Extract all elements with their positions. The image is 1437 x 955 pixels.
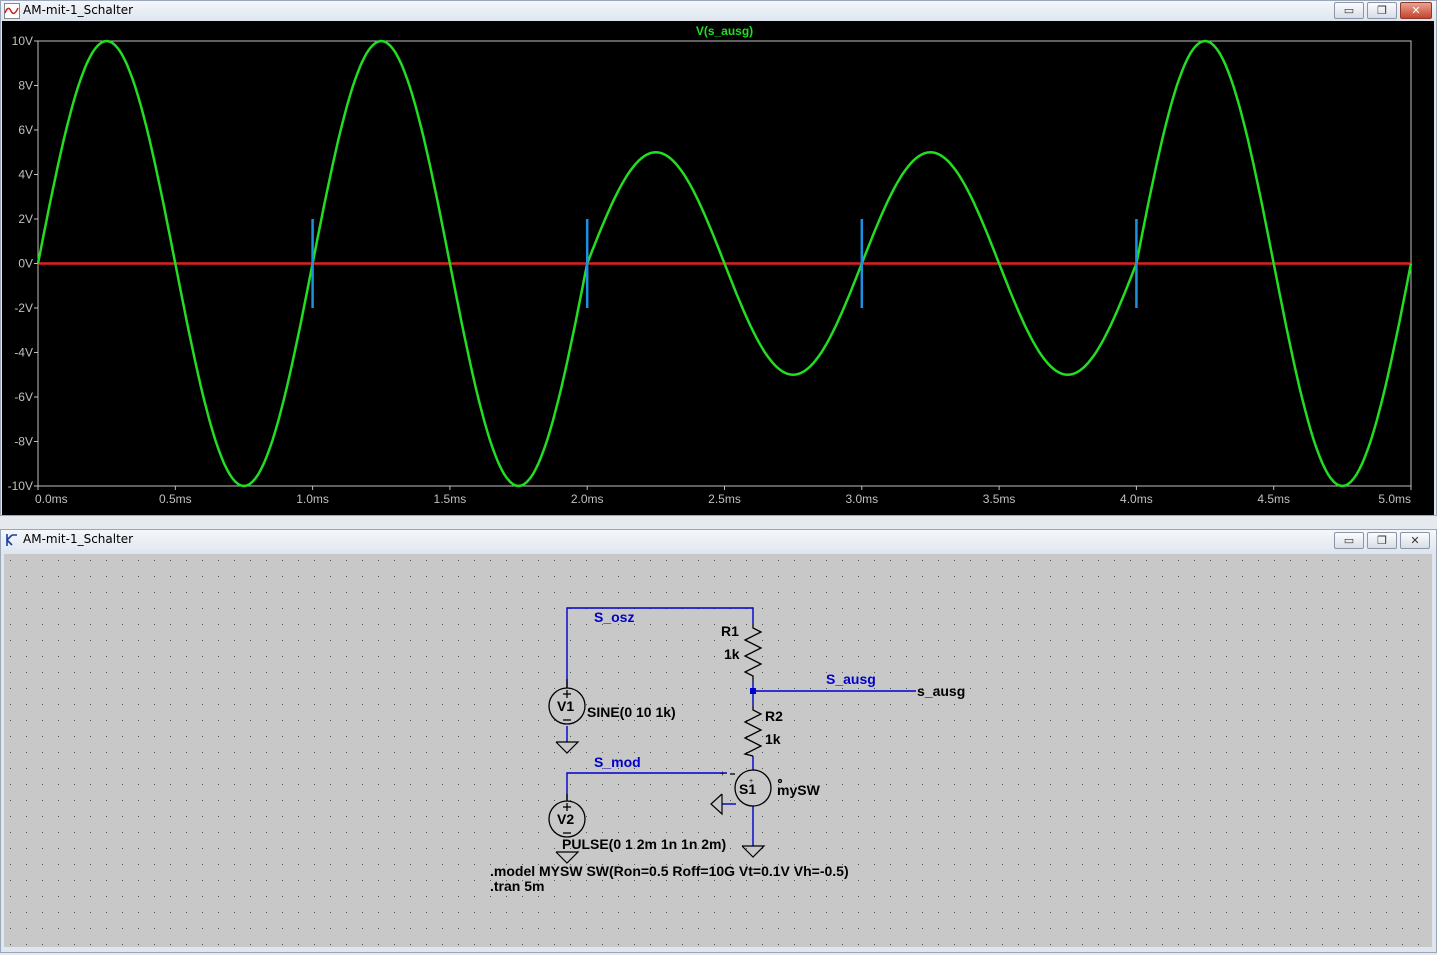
minimize-icon: ▭ — [1343, 4, 1355, 17]
waveform-icon — [4, 3, 20, 19]
schematic-icon — [6, 534, 17, 546]
junction-dot — [750, 688, 756, 694]
y-tick-label: -6V — [14, 390, 33, 404]
schematic-restore-button[interactable]: ❐ — [1367, 532, 1397, 549]
x-tick-label: 3.0ms — [845, 492, 878, 506]
s1-name[interactable]: S1 — [739, 781, 756, 797]
close-icon: ✕ — [1410, 534, 1420, 547]
switch-ctrl-plus: + — [720, 769, 725, 778]
restore-icon: ❐ — [1377, 534, 1387, 547]
s1-model[interactable]: mySW — [777, 782, 821, 798]
close-icon: ✕ — [1411, 4, 1421, 17]
y-tick-label: 0V — [18, 257, 33, 271]
x-tick-label: 4.0ms — [1120, 492, 1153, 506]
schematic-drawing[interactable]: + + S_osz S_ausg S_mod s_ausg R1 1k R2 1… — [4, 554, 1432, 947]
waveform-chart[interactable]: V(s_ausg)10V8V6V4V2V0V-2V-4V-6V-8V-10V0.… — [2, 21, 1434, 515]
net-label-s-mod[interactable]: S_mod — [594, 754, 641, 770]
v2-value[interactable]: PULSE(0 1 2m 1n 1n 2m) — [562, 836, 726, 852]
trace-label[interactable]: V(s_ausg) — [696, 24, 753, 38]
spice-tran-directive[interactable]: .tran 5m — [490, 878, 544, 894]
schematic-window: AM-mit-1_Schalter ▭ ❐ ✕ + + S_osz S_ausg… — [0, 529, 1437, 953]
r1-name[interactable]: R1 — [721, 623, 739, 639]
minimize-button[interactable]: ▭ — [1334, 2, 1364, 19]
spice-model-directive[interactable]: .model MYSW SW(Ron=0.5 Roff=10G Vt=0.1V … — [490, 863, 849, 879]
restore-icon: ❐ — [1377, 4, 1387, 17]
y-tick-label: -4V — [14, 346, 33, 360]
grid-dots — [4, 554, 1432, 947]
r2-value[interactable]: 1k — [765, 731, 781, 747]
plot-window-title: AM-mit-1_Schalter — [23, 3, 134, 17]
schematic-close-button[interactable]: ✕ — [1400, 532, 1430, 549]
x-tick-label: 5.0ms — [1378, 492, 1411, 506]
x-tick-label: 0.0ms — [35, 492, 68, 506]
y-tick-label: 8V — [18, 79, 33, 93]
waveform-plot-area[interactable]: V(s_ausg) 10V 8V 6V 4V 2V 0V -2V -4V -6V -8V -10V 0.… — [2, 21, 1434, 515]
x-tick-label: 1.0ms — [296, 492, 329, 506]
y-tick-label: 4V — [18, 168, 33, 182]
minimize-icon: ▭ — [1343, 534, 1355, 547]
net-label-s-ausg[interactable]: S_ausg — [826, 671, 876, 687]
x-tick-label: 2.5ms — [708, 492, 741, 506]
net-label-s-ausg-port[interactable]: s_ausg — [917, 683, 965, 699]
x-tick-label: 2.0ms — [571, 492, 604, 506]
window-separator — [0, 516, 1437, 529]
plot-titlebar[interactable]: AM-mit-1_Schalter ▭ ❐ ✕ — [1, 1, 1436, 21]
v1-name[interactable]: V1 — [557, 698, 574, 714]
y-tick-label: 6V — [18, 123, 33, 137]
y-tick-label: -2V — [14, 301, 33, 315]
y-tick-label: 10V — [12, 34, 33, 48]
r1-value[interactable]: 1k — [724, 646, 740, 662]
net-label-s-osz[interactable]: S_osz — [594, 609, 634, 625]
plot-window: AM-mit-1_Schalter ▭ ❐ ✕ V(s_ausg) 10V 8V 6V… — [0, 0, 1437, 516]
schematic-titlebar[interactable]: AM-mit-1_Schalter ▭ ❐ ✕ — [1, 530, 1436, 550]
r2-name[interactable]: R2 — [765, 708, 783, 724]
schematic-minimize-button[interactable]: ▭ — [1334, 532, 1364, 549]
y-tick-label: -8V — [14, 435, 33, 449]
x-tick-label: 1.5ms — [434, 492, 467, 506]
y-tick-label: 2V — [18, 212, 33, 226]
v2-name[interactable]: V2 — [557, 811, 574, 827]
schematic-window-title: AM-mit-1_Schalter — [23, 532, 134, 546]
restore-button[interactable]: ❐ — [1367, 2, 1397, 19]
x-tick-label: 0.5ms — [159, 492, 192, 506]
x-tick-label: 3.5ms — [983, 492, 1016, 506]
close-button[interactable]: ✕ — [1400, 2, 1432, 19]
v1-value[interactable]: SINE(0 10 1k) — [587, 704, 676, 720]
schematic-canvas[interactable]: + + S_osz S_ausg S_mod s_ausg R1 1k R2 1… — [4, 554, 1432, 947]
x-tick-label: 4.5ms — [1257, 492, 1290, 506]
y-tick-label: -10V — [8, 479, 33, 493]
